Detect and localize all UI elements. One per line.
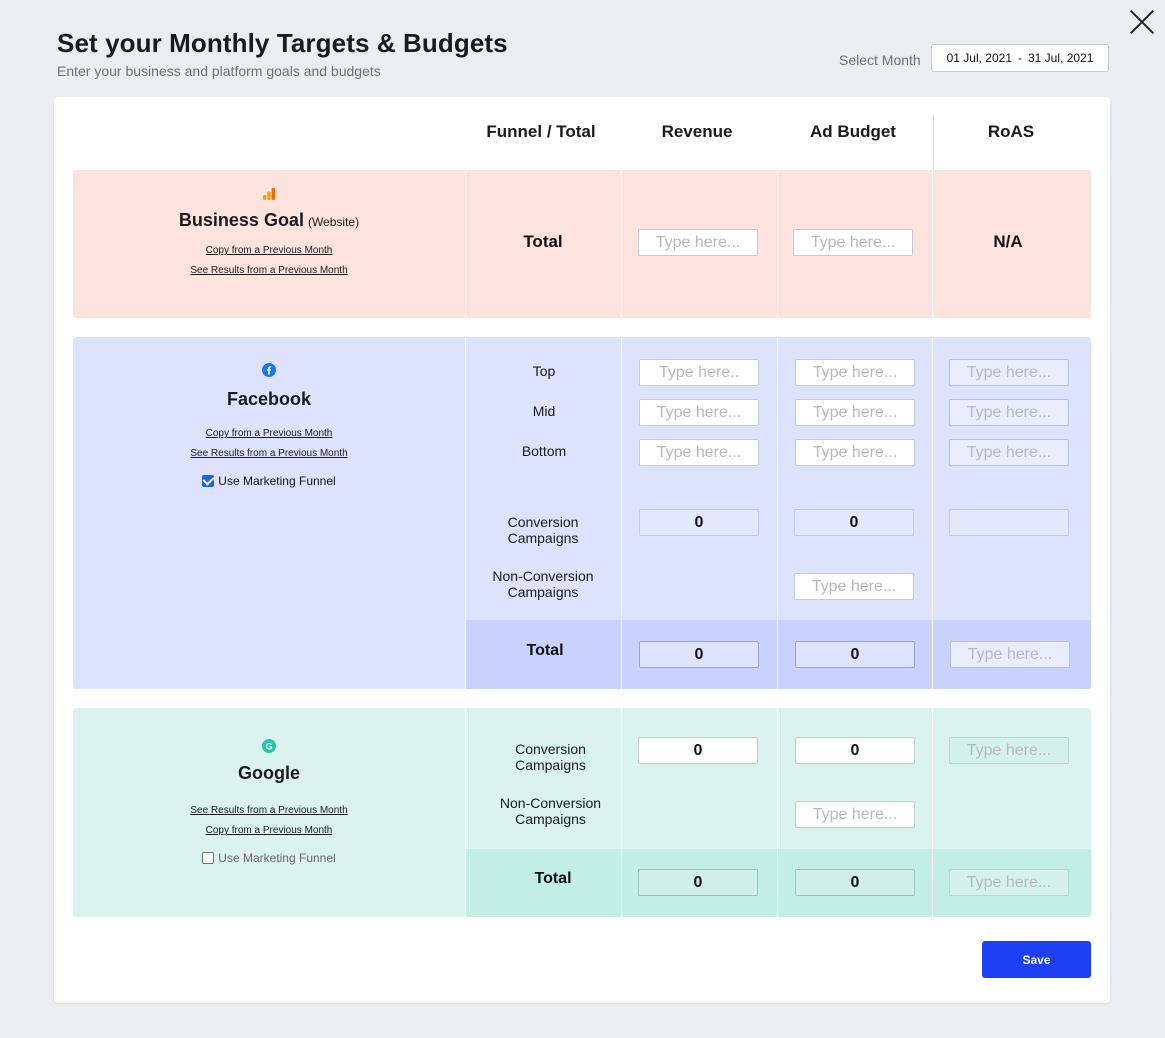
google-nonconversion-label-line2: Campaigns (515, 811, 586, 827)
business-goal-label: Business Goal (178, 210, 304, 230)
google-total-budget-value: 0 (795, 869, 915, 896)
google-conversion-label: Conversion Campaigns (465, 741, 636, 773)
svg-text:G: G (265, 741, 272, 751)
copy-previous-month-link[interactable]: Copy from a Previous Month (73, 428, 465, 439)
facebook-section: Facebook Copy from a Previous Month See … (73, 337, 1091, 689)
google-conversion-label-line2: Campaigns (515, 757, 586, 773)
business-budget-input[interactable]: Type here... (793, 229, 913, 256)
month-separator: - (1018, 51, 1022, 65)
close-icon[interactable] (1129, 9, 1155, 35)
fb-top-roas-input[interactable]: Type here... (949, 359, 1069, 386)
fb-bottom-revenue-input[interactable]: Type here... (639, 439, 759, 466)
google-nonconversion-budget-input[interactable]: Type here... (795, 801, 915, 828)
column-divider (777, 708, 778, 917)
google-total-revenue-value: 0 (638, 869, 758, 896)
fb-conversion-label: Conversion Campaigns (465, 514, 621, 546)
google-total-roas-input[interactable]: Type here... (949, 869, 1069, 896)
fb-nonconversion-label: Non-Conversion Campaigns (465, 568, 621, 600)
google-conversion-revenue-input[interactable]: 0 (638, 737, 758, 764)
see-results-link[interactable]: See Results from a Previous Month (73, 805, 465, 816)
use-marketing-funnel-label: Use Marketing Funnel (218, 474, 336, 488)
business-goal-section: Business Goal (Website) Copy from a Previ… (73, 170, 1091, 318)
funnel-mid-label: Mid (532, 403, 556, 419)
google-section: G Google See Results from a Previous Mon… (73, 708, 1091, 917)
fb-conversion-label-line1: Conversion (507, 514, 579, 530)
col-header-roas: RoAS (987, 122, 1035, 141)
business-goal-suffix: (Website) (307, 215, 360, 229)
fb-mid-roas-input[interactable]: Type here... (949, 399, 1069, 426)
fb-bottom-roas-input[interactable]: Type here... (949, 439, 1069, 466)
fb-total-budget-value: 0 (795, 641, 915, 668)
fb-conversion-budget-value: 0 (794, 509, 914, 536)
fb-total-revenue-value: 0 (639, 641, 759, 668)
month-label: Select Month (839, 52, 921, 68)
page-subtitle: Enter your business and platform goals a… (57, 63, 381, 79)
col-header-revenue: Revenue (661, 122, 733, 141)
column-divider (777, 170, 778, 318)
month-range-picker[interactable]: 01 Jul, 2021 - 31 Jul, 2021 (931, 44, 1109, 72)
fb-total-roas-input[interactable]: Type here... (950, 641, 1070, 668)
facebook-icon (262, 363, 276, 382)
google-icon: G (262, 739, 276, 758)
fb-mid-revenue-input[interactable]: Type here... (639, 399, 759, 426)
see-results-link[interactable]: See Results from a Previous Month (73, 448, 465, 459)
checkbox-unchecked-icon (202, 852, 215, 864)
use-marketing-funnel-label: Use Marketing Funnel (218, 851, 336, 865)
column-divider (932, 337, 933, 689)
fb-nonconversion-budget-input[interactable]: Type here... (794, 573, 914, 600)
col-header-ad-budget: Ad Budget (810, 122, 896, 141)
fb-nonconversion-label-line2: Campaigns (507, 584, 579, 600)
fb-bottom-budget-input[interactable]: Type here... (795, 439, 915, 466)
business-goal-title: Business Goal (Website) (73, 210, 465, 231)
column-divider (465, 337, 466, 689)
business-goal-info: Business Goal (Website) Copy from a Previ… (73, 187, 465, 276)
google-info: G Google See Results from a Previous Mon… (73, 739, 465, 869)
fb-conversion-revenue-value: 0 (639, 509, 759, 536)
column-divider (621, 337, 622, 689)
use-marketing-funnel-checkbox[interactable]: Use Marketing Funnel (202, 474, 336, 488)
facebook-title: Facebook (226, 389, 312, 409)
google-nonconversion-label-line1: Non-Conversion (499, 795, 602, 811)
copy-previous-month-link[interactable]: Copy from a Previous Month (73, 245, 465, 256)
month-start: 01 Jul, 2021 (946, 51, 1012, 65)
business-roas-value: N/A (993, 232, 1023, 251)
column-divider (621, 170, 622, 318)
analytics-icon (262, 187, 276, 206)
month-end: 31 Jul, 2021 (1028, 51, 1094, 65)
col-header-funnel: Funnel / Total (486, 122, 596, 141)
funnel-top-label: Top (532, 363, 556, 379)
see-results-link[interactable]: See Results from a Previous Month (73, 265, 465, 276)
google-conversion-budget-input[interactable]: 0 (795, 737, 915, 764)
google-conversion-label-line1: Conversion (515, 741, 586, 757)
use-marketing-funnel-checkbox[interactable]: Use Marketing Funnel (202, 851, 336, 865)
funnel-bottom-label: Bottom (521, 443, 567, 459)
facebook-info: Facebook Copy from a Previous Month See … (73, 363, 465, 491)
checkbox-checked-icon (202, 475, 215, 487)
save-button[interactable]: Save (982, 941, 1091, 978)
business-total-label: Total (523, 232, 563, 251)
fb-top-budget-input[interactable]: Type here... (795, 359, 915, 386)
fb-nonconversion-label-line1: Non-Conversion (492, 568, 594, 584)
google-conversion-roas-input[interactable]: Type here... (949, 737, 1069, 764)
column-divider (932, 708, 933, 917)
google-nonconversion-label: Non-Conversion Campaigns (465, 795, 636, 827)
google-total-label: Total (534, 870, 572, 887)
fb-conversion-label-line2: Campaigns (507, 530, 579, 546)
column-divider (777, 337, 778, 689)
copy-previous-month-link[interactable]: Copy from a Previous Month (73, 825, 465, 836)
fb-top-revenue-input[interactable]: Type here.. (639, 359, 759, 386)
fb-total-label: Total (526, 642, 564, 659)
fb-conversion-roas-field (949, 509, 1069, 536)
business-revenue-input[interactable]: Type here... (638, 229, 758, 256)
fb-mid-budget-input[interactable]: Type here... (795, 399, 915, 426)
page-title: Set your Monthly Targets & Budgets (57, 28, 508, 58)
google-title: Google (238, 763, 300, 783)
